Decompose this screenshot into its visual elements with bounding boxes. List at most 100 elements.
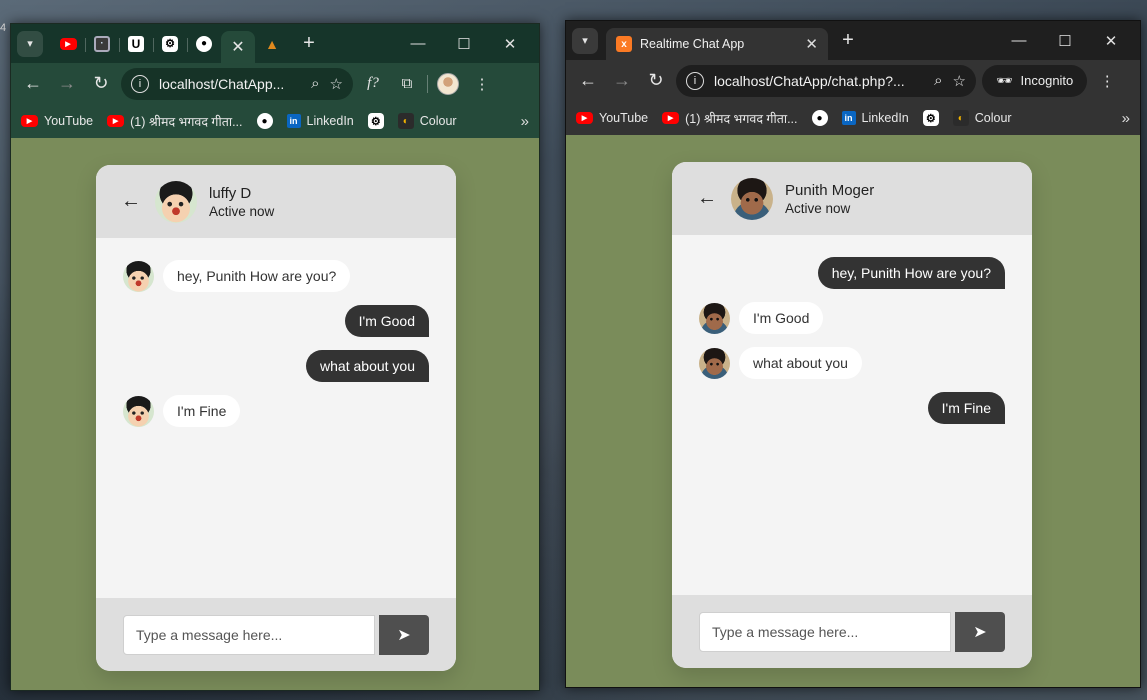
bookmark-label: YouTube xyxy=(44,114,94,128)
avatar xyxy=(123,395,154,427)
message-bubble: hey, Punith How are you? xyxy=(817,257,1005,289)
chat-user-name: Punith Moger xyxy=(785,181,875,199)
linkedin-icon: in xyxy=(286,114,301,128)
tab-strip: ▾ ▶ · U ⚙ ● ✕ ▲ + — ☐ ✕ xyxy=(11,24,539,63)
reload-icon[interactable]: ↻ xyxy=(642,67,670,95)
tab-u[interactable]: U xyxy=(119,30,153,58)
forward-icon[interactable]: → xyxy=(608,67,636,95)
browser-window-left: ▾ ▶ · U ⚙ ● ✕ ▲ + — ☐ ✕ ← → ↻ i localhos… xyxy=(10,23,540,691)
maximize-icon[interactable]: ☐ xyxy=(441,35,487,53)
chat-header: ← luffy D Active now xyxy=(96,165,456,238)
address-bar[interactable]: i localhost/ChatApp... ⌕ ☆ xyxy=(121,67,353,100)
address-bar[interactable]: i localhost/ChatApp/chat.php?... ⌕ ☆ xyxy=(676,64,976,97)
bookmark-label: LinkedIn xyxy=(861,111,909,125)
reload-icon[interactable]: ↻ xyxy=(87,70,115,98)
message-bubble: what about you xyxy=(739,347,862,379)
message-incoming: what about you xyxy=(699,347,1005,379)
bookmark-youtube[interactable]: ▶ YouTube xyxy=(576,111,648,125)
active-tab-close[interactable]: ✕ xyxy=(221,31,255,63)
u-logo-icon: U xyxy=(128,35,144,52)
incognito-indicator[interactable]: 🕶 Incognito xyxy=(982,64,1088,97)
bookmark-github[interactable]: ● xyxy=(811,110,828,126)
window-controls: — ☐ ✕ xyxy=(996,21,1134,60)
colour-icon: ◐ xyxy=(952,110,969,126)
back-icon[interactable]: ← xyxy=(19,70,47,98)
minimize-icon[interactable]: — xyxy=(395,35,441,52)
avatar xyxy=(699,302,730,334)
bookmark-colour[interactable]: ◐ Colour xyxy=(952,110,1012,126)
new-tab-button[interactable]: + xyxy=(295,32,323,55)
browser-window-right: ▾ x Realtime Chat App ✕ + — ☐ ✕ ← → ↻ i … xyxy=(565,20,1141,688)
bookmark-label: LinkedIn xyxy=(306,114,354,128)
page-content: ← Punith Moger Active now hey, Punith Ho… xyxy=(566,135,1140,687)
message-bubble: hey, Punith How are you? xyxy=(163,260,351,292)
back-icon[interactable]: ← xyxy=(574,67,602,95)
bookmark-chatgpt[interactable]: ⚙ xyxy=(367,113,384,129)
linkedin-icon: in xyxy=(841,111,856,125)
tab-github[interactable]: ● xyxy=(187,30,221,58)
close-icon[interactable]: ✕ xyxy=(487,35,533,53)
message-outgoing: I'm Good xyxy=(123,305,429,337)
mountain-icon: ▲ xyxy=(265,35,279,52)
bookmarks-overflow-icon[interactable]: » xyxy=(521,113,529,130)
toolbar-divider xyxy=(427,74,428,93)
chat-user-status: Active now xyxy=(785,200,851,216)
new-tab-button[interactable]: + xyxy=(834,29,862,52)
typing-area: ➤ xyxy=(96,598,456,671)
message-input[interactable] xyxy=(699,611,951,652)
avatar xyxy=(155,180,197,223)
site-info-icon[interactable]: i xyxy=(686,71,704,90)
paper-plane-icon: ➤ xyxy=(397,626,411,644)
minimize-icon[interactable]: — xyxy=(996,32,1042,49)
tab-youtube[interactable]: ▶ xyxy=(51,30,85,58)
chat-box[interactable]: hey, Punith How are you? I'm Good what a… xyxy=(672,235,1032,595)
youtube-icon: ▶ xyxy=(662,112,680,124)
message-input[interactable] xyxy=(123,614,375,655)
bookmark-chatgpt[interactable]: ⚙ xyxy=(922,110,939,126)
bookmark-colour[interactable]: ◐ Colour xyxy=(397,113,457,129)
send-button[interactable]: ➤ xyxy=(955,611,1005,652)
address-url[interactable]: localhost/ChatApp/chat.php?... xyxy=(714,73,924,89)
address-url[interactable]: localhost/ChatApp... xyxy=(159,76,301,92)
back-arrow-icon[interactable]: ← xyxy=(121,190,141,213)
formula-extension-icon[interactable]: f? xyxy=(359,70,387,98)
zoom-icon[interactable]: ⌕ xyxy=(934,72,942,89)
zoom-icon[interactable]: ⌕ xyxy=(311,75,319,92)
site-info-icon[interactable]: i xyxy=(131,74,149,93)
close-tab-icon[interactable]: ✕ xyxy=(805,35,818,53)
message-incoming: I'm Good xyxy=(699,302,1005,334)
bookmark-star-icon[interactable]: ☆ xyxy=(953,72,966,90)
bookmarks-overflow-icon[interactable]: » xyxy=(1122,110,1130,127)
bookmark-gita[interactable]: ▶ (1) श्रीमद भगवद गीता... xyxy=(107,113,243,130)
bookmark-gita[interactable]: ▶ (1) श्रीमद भगवद गीता... xyxy=(662,110,798,127)
maximize-icon[interactable]: ☐ xyxy=(1042,32,1088,50)
typing-area: ➤ xyxy=(672,595,1032,668)
send-button[interactable]: ➤ xyxy=(379,614,429,655)
tab-search-button[interactable]: ▾ xyxy=(572,27,598,54)
message-bubble: what about you xyxy=(306,350,429,382)
chatgpt-icon: ⚙ xyxy=(367,113,384,129)
bookmark-star-icon[interactable]: ☆ xyxy=(330,75,343,93)
bookmark-linkedin[interactable]: in LinkedIn xyxy=(286,114,354,128)
menu-icon[interactable]: ⋮ xyxy=(468,70,496,98)
forward-icon[interactable]: → xyxy=(53,70,81,98)
profile-avatar[interactable] xyxy=(434,70,462,98)
tab-strip: ▾ x Realtime Chat App ✕ + — ☐ ✕ xyxy=(566,21,1140,60)
chat-box[interactable]: hey, Punith How are you? I'm Good what a… xyxy=(96,238,456,598)
chat-user-details: Punith Moger Active now xyxy=(785,182,874,216)
back-arrow-icon[interactable]: ← xyxy=(697,187,717,210)
menu-icon[interactable]: ⋮ xyxy=(1093,67,1121,95)
tab-xampp[interactable]: ▲ xyxy=(255,30,289,58)
tab-chatgpt[interactable]: ⚙ xyxy=(153,30,187,58)
incognito-label: Incognito xyxy=(1020,73,1074,88)
bookmark-label: (1) श्रीमद भगवद गीता... xyxy=(685,111,798,126)
bookmark-linkedin[interactable]: in LinkedIn xyxy=(841,111,909,125)
bookmark-github[interactable]: ● xyxy=(256,113,273,129)
chat-header: ← Punith Moger Active now xyxy=(672,162,1032,235)
tab-realtime-chat[interactable]: x Realtime Chat App ✕ xyxy=(606,28,828,60)
bookmark-youtube[interactable]: ▶ YouTube xyxy=(21,114,93,128)
extensions-icon[interactable]: ⧉ xyxy=(393,70,421,98)
tab-search-button[interactable]: ▾ xyxy=(17,30,43,57)
tab-app[interactable]: · xyxy=(85,30,119,58)
close-icon[interactable]: ✕ xyxy=(1088,32,1134,50)
